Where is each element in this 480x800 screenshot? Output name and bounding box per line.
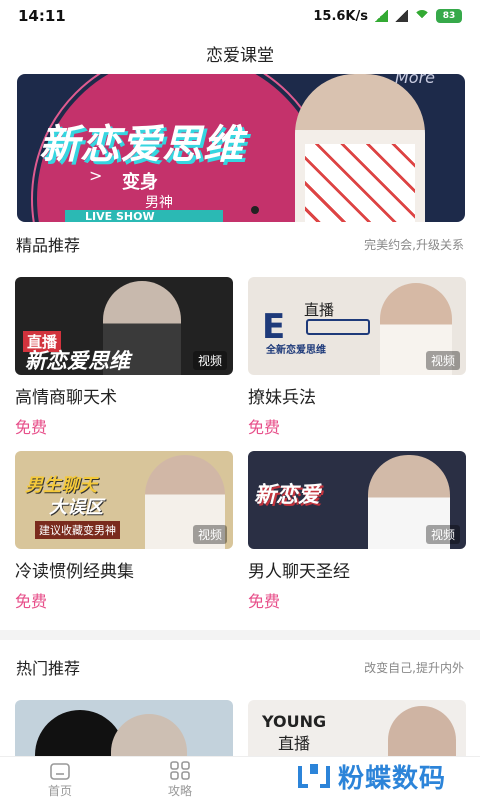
- thumbnail-overlay-text: 新恋爱思维: [25, 349, 130, 373]
- watermark-logo-icon: [298, 764, 330, 788]
- tab-label: 攻略: [167, 784, 192, 798]
- course-title: 撩妹兵法: [248, 388, 316, 408]
- course-card[interactable]: 新恋爱 视频 男人聊天圣经 免费: [248, 451, 466, 612]
- tab-label: 首页: [47, 784, 72, 798]
- course-thumbnail[interactable]: 新恋爱 视频: [248, 451, 466, 549]
- course-price: 免费: [15, 592, 48, 611]
- course-card[interactable]: E 直播 全新恋爱思维 视频 撩妹兵法 免费: [248, 277, 466, 438]
- home-icon: [50, 763, 70, 780]
- section-divider: [0, 630, 480, 640]
- banner-subtitle-2: 男神: [145, 195, 173, 211]
- course-price: 免费: [248, 592, 281, 611]
- banner-person-image: [295, 74, 425, 222]
- course-title: 冷读惯例经典集: [15, 562, 134, 582]
- course-card[interactable]: 直播 新恋爱思维 视频 高情商聊天术 免费: [15, 277, 233, 438]
- carousel-indicator-dot[interactable]: [251, 206, 259, 214]
- course-thumbnail[interactable]: 直播 新恋爱思维 视频: [15, 277, 233, 375]
- thumbnail-overlay-subtext: 建议收藏变男神: [35, 521, 120, 539]
- thumbnail-overlay-text: 大误区: [49, 497, 103, 518]
- course-price: 免费: [15, 418, 48, 437]
- person-image: [111, 714, 187, 756]
- course-thumbnail[interactable]: 男生聊天 大误区 建议收藏变男神 视频: [15, 451, 233, 549]
- course-thumbnail[interactable]: E 直播 全新恋爱思维 视频: [248, 277, 466, 375]
- featured-title: 精品推荐: [16, 236, 81, 255]
- status-time: 14:11: [18, 7, 66, 25]
- hot-section-header: 热门推荐 改变自己,提升内外: [0, 654, 480, 680]
- status-bar: 14:11 15.6K/s 83: [0, 0, 480, 32]
- thumbnail-overlay-text: 新恋爱: [254, 483, 321, 508]
- video-tag: 视频: [192, 525, 227, 544]
- course-price: 免费: [248, 418, 281, 437]
- network-speed: 15.6K/s: [313, 8, 368, 24]
- page-title: 恋爱课堂: [206, 45, 274, 66]
- thumbnail-overlay-text: 直播: [278, 734, 311, 753]
- video-tag: 视频: [425, 351, 460, 370]
- banner-headline: 新恋爱思维: [39, 122, 244, 168]
- thumbnail-overlay-text: 全新恋爱思维: [266, 345, 326, 356]
- course-title: 男人聊天圣经: [248, 562, 350, 582]
- video-tag: 视频: [425, 525, 460, 544]
- featured-subtitle: 完美约会,升级关系: [364, 237, 464, 252]
- watermark: 粉蝶数码: [296, 756, 476, 796]
- thumbnail-overlay-tag: YOUNG: [262, 712, 327, 731]
- course-title: 高情商聊天术: [15, 388, 117, 408]
- signal-icon-2: [394, 10, 408, 22]
- battery-icon: 83: [436, 9, 462, 23]
- video-tag: 视频: [192, 351, 227, 370]
- banner-corner-text: More: [394, 74, 435, 87]
- hot-title: 热门推荐: [16, 659, 81, 678]
- grid-icon: [170, 761, 190, 780]
- hot-subtitle: 改变自己,提升内外: [364, 660, 464, 675]
- banner-subtitle: 变身: [122, 172, 158, 193]
- person-image: [388, 706, 456, 756]
- page-header: 恋爱课堂: [0, 32, 480, 74]
- hot-course-thumbnail[interactable]: YOUNG 直播: [248, 700, 466, 756]
- wifi-icon: [414, 10, 430, 26]
- banner-carousel[interactable]: More 新恋爱思维 > 变身 男神 LIVE SHOW: [17, 74, 465, 222]
- signal-icon: [374, 10, 388, 22]
- chat-bubble-icon: [306, 319, 370, 335]
- thumbnail-overlay-tag: 直播: [304, 301, 335, 319]
- course-card[interactable]: 男生聊天 大误区 建议收藏变男神 视频 冷读惯例经典集 免费: [15, 451, 233, 612]
- tab-home[interactable]: 首页: [30, 759, 90, 799]
- banner-live-label: LIVE SHOW: [65, 210, 223, 222]
- hot-course-thumbnail[interactable]: [15, 700, 233, 756]
- chevron-right-icon: >: [89, 166, 103, 185]
- featured-section-header: 精品推荐 完美约会,升级关系: [0, 231, 480, 257]
- tab-guide[interactable]: 攻略: [150, 759, 210, 799]
- status-indicators: 15.6K/s 83: [313, 8, 462, 26]
- watermark-text: 粉蝶数码: [338, 763, 447, 794]
